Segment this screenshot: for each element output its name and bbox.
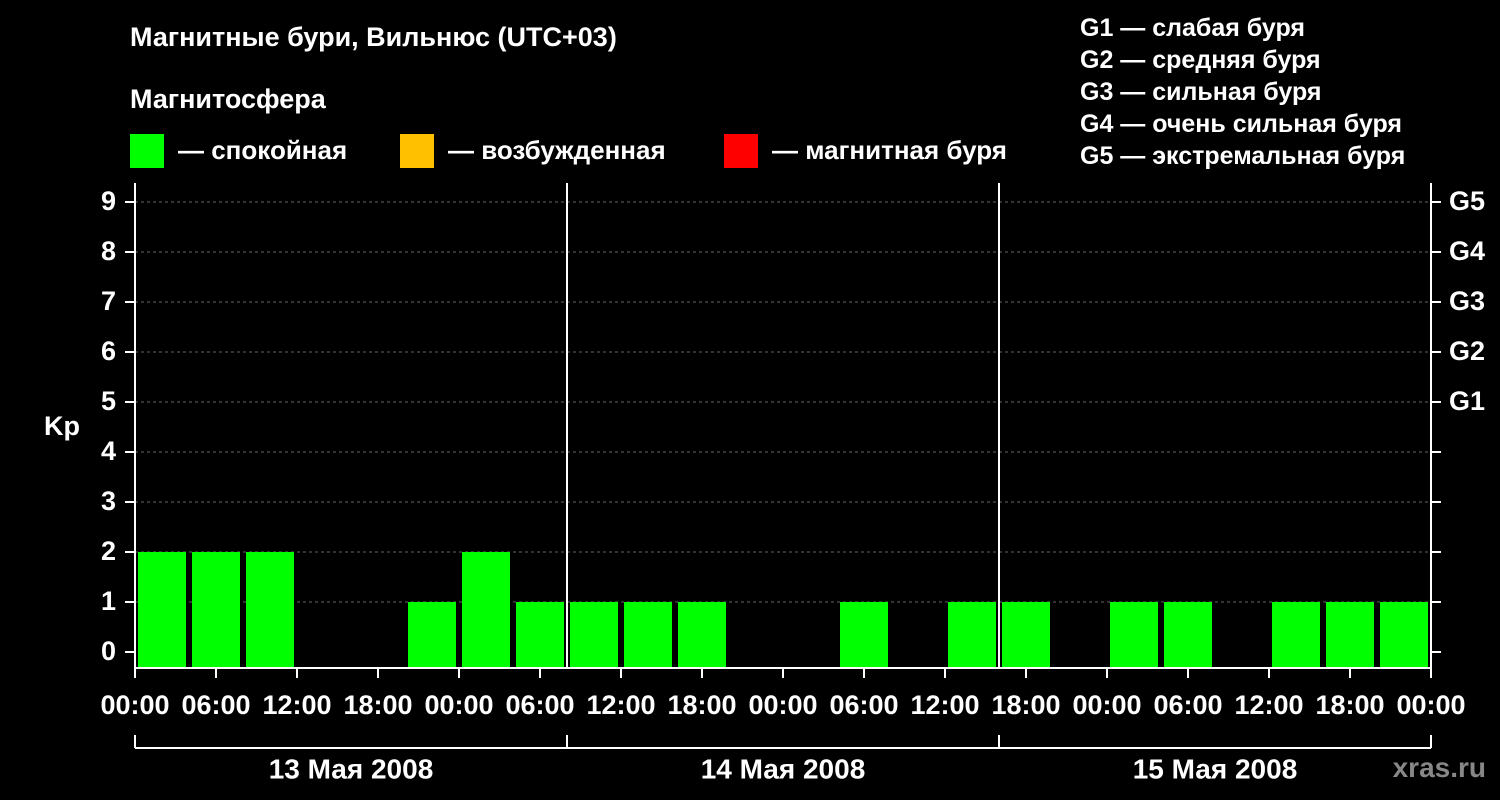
x-tick-label: 12:00 xyxy=(262,690,331,720)
g-tick-label: G3 xyxy=(1449,286,1485,316)
bar xyxy=(246,552,294,668)
bar xyxy=(840,602,888,668)
bar xyxy=(678,602,726,668)
y-axis-label: Kp xyxy=(44,411,80,441)
y-tick-label: 1 xyxy=(101,586,116,616)
x-tick-label: 00:00 xyxy=(1072,690,1141,720)
g-tick-label: G1 xyxy=(1449,386,1485,416)
g-tick-label: G5 xyxy=(1449,186,1485,216)
x-tick-label: 18:00 xyxy=(1315,690,1384,720)
y-tick-label: 0 xyxy=(101,636,116,666)
bar xyxy=(948,602,996,668)
day-label: 13 Мая 2008 xyxy=(269,753,434,784)
bar xyxy=(1002,602,1050,668)
bar xyxy=(570,602,618,668)
kp-bar-chart: 0 1 2 3 4 5 G1 6 G2 7 G3 8 G4 9 G5 Kp 00:00 06:00 12:00 18:… xyxy=(44,183,1485,784)
day-label: 14 Мая 2008 xyxy=(701,753,866,784)
bar xyxy=(192,552,240,668)
bar xyxy=(516,602,564,668)
y-tick-label: 3 xyxy=(101,486,116,516)
bar xyxy=(1110,602,1158,668)
bar xyxy=(624,602,672,668)
x-tick-label: 18:00 xyxy=(991,690,1060,720)
y-tick-label: 7 xyxy=(101,286,116,316)
g-tick-label: G2 xyxy=(1449,336,1485,366)
day-label: 15 Мая 2008 xyxy=(1133,753,1298,784)
bar xyxy=(1272,602,1320,668)
x-tick-label: 18:00 xyxy=(343,690,412,720)
x-tick-label: 00:00 xyxy=(100,690,169,720)
y-tick-label: 4 xyxy=(101,436,116,466)
x-tick-label: 12:00 xyxy=(586,690,655,720)
watermark: xras.ru xyxy=(1392,752,1486,783)
bar xyxy=(408,602,456,668)
x-tick-label: 00:00 xyxy=(1396,690,1465,720)
bar xyxy=(1326,602,1374,668)
y-tick-label: 5 xyxy=(101,386,116,416)
bar xyxy=(462,552,510,668)
x-tick-label: 06:00 xyxy=(181,690,250,720)
y-tick-label: 8 xyxy=(101,236,116,266)
y-tick-label: 2 xyxy=(101,536,116,566)
x-tick-label: 12:00 xyxy=(910,690,979,720)
x-tick-label: 00:00 xyxy=(748,690,817,720)
y-tick-label: 6 xyxy=(101,336,116,366)
bar xyxy=(138,552,186,668)
x-tick-label: 06:00 xyxy=(505,690,574,720)
bar xyxy=(1380,602,1428,668)
x-tick-label: 06:00 xyxy=(1153,690,1222,720)
y-tick-label: 9 xyxy=(101,186,116,216)
x-tick-label: 00:00 xyxy=(424,690,493,720)
g-tick-label: G4 xyxy=(1449,236,1485,266)
bar xyxy=(1164,602,1212,668)
x-tick-label: 12:00 xyxy=(1234,690,1303,720)
x-tick-label: 18:00 xyxy=(667,690,736,720)
x-tick-label: 06:00 xyxy=(829,690,898,720)
